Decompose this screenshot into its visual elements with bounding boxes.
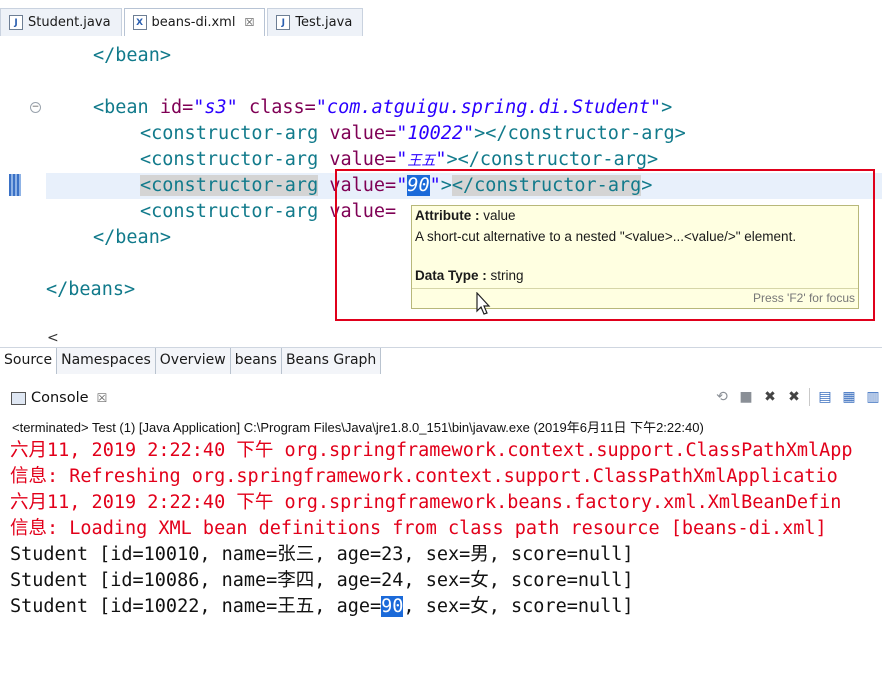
xml-string: " [435,149,447,170]
clear-console-icon[interactable]: ▤ [816,388,834,406]
code-line: <bean id="s3" class="com.atguigu.spring.… [93,95,672,121]
xml-string: "com.atguigu.spring.di.Student" [315,97,662,118]
console-line: 信息: Loading XML bean definitions from cl… [10,518,827,539]
annotation-callout-box [335,169,875,321]
xml-tag: <constructor-arg [140,123,319,144]
xml-string: 王五 [407,153,436,169]
tab-console[interactable]: Console ☒ [11,390,107,406]
code-line: </bean> [93,225,171,251]
console-line: 六月11, 2019 2:22:40 下午 org.springframewor… [10,492,842,513]
xml-tag: <constructor-arg [140,175,319,196]
editor-tabs: J Student.java X beans-di.xml ☒ J Test.j… [0,8,365,36]
xml-tag: <constructor-arg [140,149,319,170]
toolbar-separator [809,388,810,406]
editor-page-tabs: Source Namespaces Overview beans Beans G… [0,347,882,374]
pin-console-icon[interactable]: ⟲ [713,388,731,406]
xml-tag: </bean> [93,45,171,66]
horizontal-scrollbar[interactable]: < [0,330,882,346]
console-line: Student [id=10086, name=李四, age=24, sex=… [10,570,634,591]
xml-tag: </beans> [46,279,136,300]
java-file-icon: J [9,15,23,30]
tab-label: Student.java [28,15,111,30]
console-icon [11,391,26,405]
close-icon[interactable]: ☒ [97,391,108,405]
tab-label: beans-di.xml [151,15,236,30]
console-line: 六月11, 2019 2:22:40 下午 org.springframewor… [10,440,853,461]
console-title: Console [31,390,89,406]
xml-tag: <bean [93,97,149,118]
console-header: Console ☒ ⟲ ■ ✖ ✖ ▤ ▦ ▥ [0,383,882,415]
tab-beans-graph[interactable]: Beans Graph [281,348,382,374]
java-file-icon: J [276,15,291,30]
xml-tag: <constructor-arg [140,201,319,222]
code-line: <constructor-arg value="10022"></constru… [140,121,686,147]
scroll-lock-icon[interactable]: ▦ [840,388,858,406]
change-marker-icon [9,174,21,196]
mouse-pointer-icon [476,292,491,315]
console-text: , sex=女, score=null] [403,596,634,617]
console-line: 信息: Refreshing org.springframework.conte… [10,466,838,487]
console-text: Student [id=10022, name=王五, age= [10,596,382,617]
console-toolbar: ⟲ ■ ✖ ✖ ▤ ▦ ▥ [707,388,882,406]
xml-tag: </bean> [93,227,171,248]
xml-attr: value= [318,123,397,144]
highlighted-age-value: 90 [381,596,404,617]
remove-all-terminated-icon[interactable]: ✖ [785,388,803,406]
code-line: </beans> [46,277,135,303]
xml-string: " [396,149,408,170]
tab-beans-di-xml[interactable]: X beans-di.xml ☒ [123,8,266,36]
tab-label: Test.java [295,15,353,30]
tab-beans[interactable]: beans [230,348,282,374]
remove-launch-icon[interactable]: ✖ [761,388,779,406]
fold-toggle-icon[interactable]: − [30,102,41,113]
xml-tag: ></constructor-arg> [446,149,659,170]
code-line: </bean> [93,43,171,69]
tab-overview[interactable]: Overview [155,348,231,374]
tab-student-java[interactable]: J Student.java [0,8,122,36]
word-wrap-icon[interactable]: ▥ [864,388,882,406]
xml-file-icon: X [132,15,147,30]
xml-tag: ></constructor-arg> [474,123,686,144]
console-line: Student [id=10010, name=张三, age=23, sex=… [10,544,634,565]
xml-tag: > [661,97,673,118]
xml-string: "s3" [193,97,238,118]
terminate-icon[interactable]: ■ [737,388,755,406]
console-process-status: <terminated> Test (1) [Java Application]… [12,420,704,435]
tab-test-java[interactable]: J Test.java [267,8,364,36]
xml-attr: class= [237,97,316,118]
scroll-left-icon[interactable]: < [47,330,59,346]
close-icon[interactable]: ☒ [244,16,254,29]
tab-namespaces[interactable]: Namespaces [57,348,156,374]
tab-source[interactable]: Source [0,348,58,374]
xml-attr: id= [148,97,194,118]
console-line-last: Student [id=10022, name=王五, age=90, sex=… [10,594,634,620]
xml-attr: value= [318,149,397,170]
xml-string: "10022" [396,123,475,144]
